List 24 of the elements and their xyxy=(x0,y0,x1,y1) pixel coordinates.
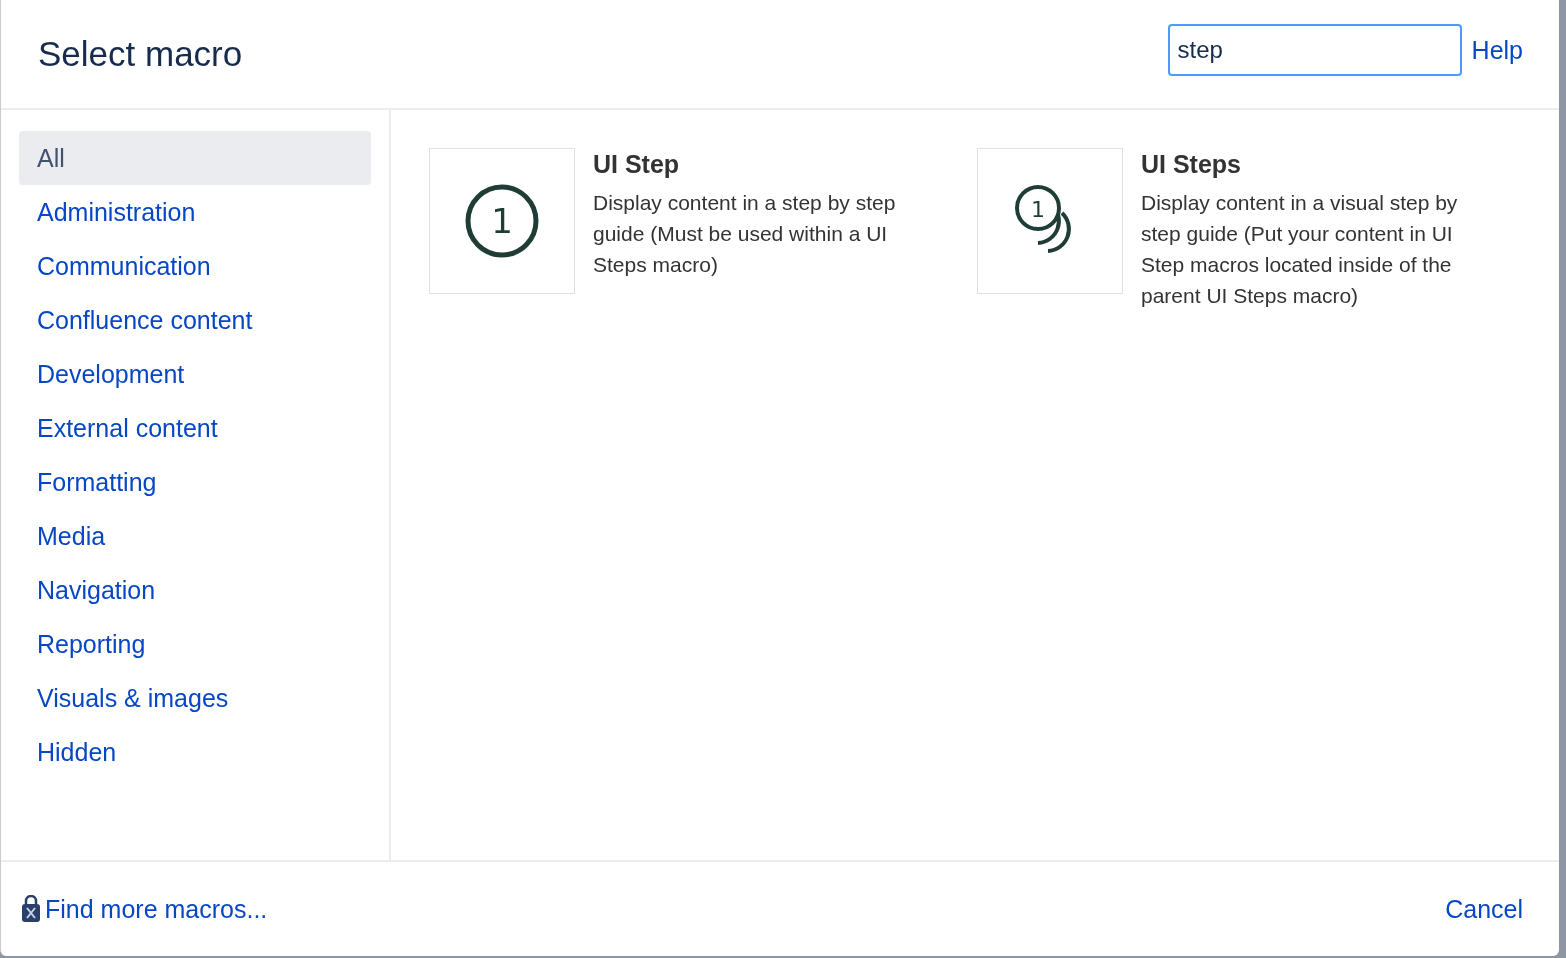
numbered-circle-icon: 1 xyxy=(464,183,540,259)
help-link[interactable]: Help xyxy=(1471,35,1523,65)
category-item[interactable]: Media xyxy=(19,509,371,563)
macro-title[interactable]: UI Steps xyxy=(1141,150,1487,179)
category-item[interactable]: All xyxy=(19,131,371,185)
macro-description: Display content in a visual step by step guide (Put your content in UI Step macros located inside of the parent UI Steps macro) xyxy=(1141,190,1459,309)
macro-icon-tile[interactable]: 1 xyxy=(977,148,1123,294)
category-item[interactable]: Visuals & images xyxy=(19,671,371,725)
macro-icon-tile[interactable]: 1 xyxy=(429,148,575,294)
macro-title[interactable]: UI Step xyxy=(593,150,939,179)
macro-description: Display content in a step by step guide (Must be used within a UI Steps macro) xyxy=(593,190,897,278)
category-item[interactable]: Hidden xyxy=(19,725,371,779)
category-item[interactable]: Confluence content xyxy=(19,293,371,347)
find-more-macros-link[interactable]: Find more macros... xyxy=(21,894,268,924)
category-item[interactable]: Communication xyxy=(19,239,371,293)
category-item[interactable]: Formatting xyxy=(19,455,371,509)
search-field[interactable]: step xyxy=(1167,24,1462,76)
category-item[interactable]: Administration xyxy=(19,185,371,239)
dialog-title: Select macro xyxy=(38,34,243,74)
category-item[interactable]: Development xyxy=(19,347,371,401)
category-item[interactable]: External content xyxy=(19,401,371,455)
category-item[interactable]: Reporting xyxy=(19,617,371,671)
category-item[interactable]: Navigation xyxy=(19,563,371,617)
cancel-link[interactable]: Cancel xyxy=(1445,894,1523,924)
